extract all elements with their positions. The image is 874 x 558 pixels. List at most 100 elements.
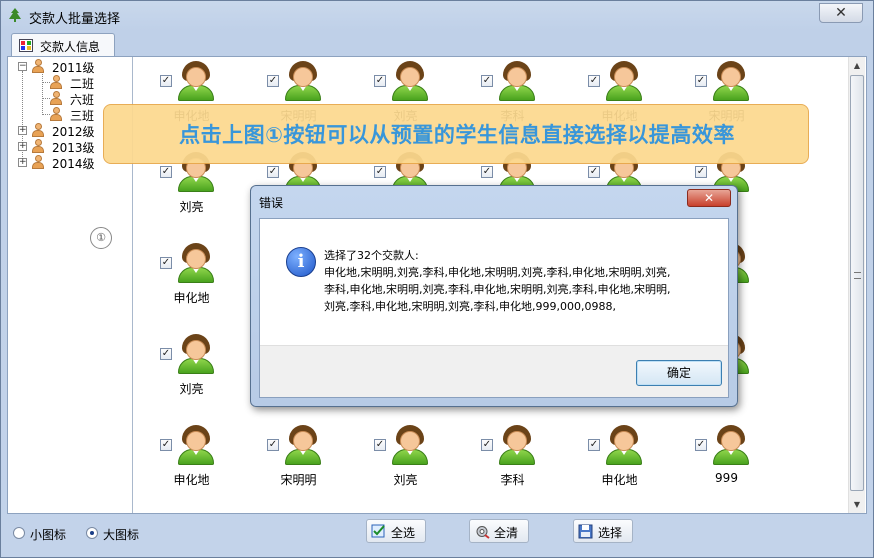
payer-checkbox[interactable]: ✓ [695,166,707,178]
student-avatar-icon [285,425,321,465]
payer-checkbox[interactable]: ✓ [160,348,172,360]
tree-node-class-2[interactable]: 二班 [50,75,130,91]
payer-name: 宋明明 [280,473,317,487]
payer-card[interactable]: ✓ 刘亮 [138,152,245,242]
tree-node-2011[interactable]: − 2011级 [18,59,128,75]
expand-toggle[interactable]: + [18,158,27,167]
message-line: 申化地,宋明明,刘亮,李科,申化地,宋明明,刘亮,李科,申化地,宋明明,刘亮, [324,266,671,279]
title-bar: 交款人批量选择 ✕ [1,1,873,29]
annotation-marker: ① [90,227,112,249]
info-icon: i [286,247,316,277]
group-person-icon [32,59,44,73]
student-avatar-icon [713,61,749,101]
payer-card[interactable]: ✓ 申化地 [138,243,245,333]
payer-card[interactable]: ✓ 刘亮 [352,425,459,515]
small-icon-label: 小图标 [30,528,67,542]
payer-name: 李科 [500,473,525,487]
payer-name: 申化地 [173,473,210,487]
payer-checkbox[interactable]: ✓ [588,439,600,451]
payer-checkbox[interactable]: ✓ [267,439,279,451]
tab-payer-info[interactable]: 交款人信息 [11,33,115,57]
expand-toggle[interactable]: + [18,142,27,151]
payer-name: 999 [715,471,738,485]
payer-card[interactable]: ✓ 999 [673,425,780,515]
scroll-up-arrow-icon[interactable]: ▲ [849,57,865,74]
student-avatar-icon [392,425,428,465]
select-all-button[interactable]: 全选 [366,519,426,543]
class-person-icon [50,107,62,121]
tree-node-label: 2011级 [52,61,95,75]
student-avatar-icon [178,425,214,465]
group-person-icon [32,139,44,153]
payer-checkbox[interactable]: ✓ [267,166,279,178]
grid-icon [19,39,33,52]
app-icon [9,8,21,22]
payer-checkbox[interactable]: ✓ [374,166,386,178]
class-person-icon [50,91,62,105]
payer-name: 刘亮 [179,382,204,396]
clear-all-label: 全清 [494,526,519,540]
tree-node-label: 六班 [70,93,95,107]
dialog-close-button[interactable]: ✕ [687,189,731,207]
payer-checkbox[interactable]: ✓ [588,166,600,178]
payer-checkbox[interactable]: ✓ [481,75,493,87]
payer-checkbox[interactable]: ✓ [160,75,172,87]
tree-node-label: 二班 [70,77,95,91]
select-label: 选择 [598,526,623,540]
scroll-down-arrow-icon[interactable]: ▼ [849,496,865,513]
payer-name: 申化地 [601,473,638,487]
student-avatar-icon [606,425,642,465]
student-avatar-icon [713,425,749,465]
dialog-body: i 选择了32个交款人: 申化地,宋明明,刘亮,李科,申化地,宋明明,刘亮,李科… [259,218,729,398]
confirm-select-button[interactable]: 选择 [573,519,633,543]
payer-checkbox[interactable]: ✓ [374,439,386,451]
payer-checkbox[interactable]: ✓ [695,439,707,451]
student-avatar-icon [178,243,214,283]
window-title: 交款人批量选择 [29,12,121,27]
large-icon-radio[interactable] [86,527,98,539]
payer-checkbox[interactable]: ✓ [160,166,172,178]
clear-gear-icon [476,526,490,539]
dialog-footer: 确定 [260,345,728,397]
payer-checkbox[interactable]: ✓ [588,75,600,87]
expand-toggle[interactable]: + [18,126,27,135]
tree-node-label: 2013级 [52,141,95,155]
window-close-button[interactable]: ✕ [819,3,863,23]
clear-all-button[interactable]: 全清 [469,519,529,543]
payer-card[interactable]: ✓ 申化地 [138,425,245,515]
large-icon-label: 大图标 [103,528,140,542]
payer-card[interactable]: ✓ 申化地 [566,425,673,515]
student-avatar-icon [178,61,214,101]
tree-node-label: 2014级 [52,157,95,171]
student-avatar-icon [178,334,214,374]
small-icon-radio[interactable] [13,527,25,539]
payer-card[interactable]: ✓ 李科 [459,425,566,515]
dialog-title: 错误 [259,196,284,210]
class-person-icon [50,75,62,89]
payer-checkbox[interactable]: ✓ [374,75,386,87]
grid-scrollbar[interactable]: ▲ ▼ [848,57,865,513]
payer-card[interactable]: ✓ 宋明明 [245,425,352,515]
payer-checkbox[interactable]: ✓ [160,439,172,451]
tree-node-label: 三班 [70,109,95,123]
hint-banner: 点击上图①按钮可以从预置的学生信息直接选择以提高效率 [103,104,809,164]
payer-checkbox[interactable]: ✓ [695,75,707,87]
payer-name: 申化地 [173,291,210,305]
payer-name: 刘亮 [393,473,418,487]
payer-checkbox[interactable]: ✓ [267,75,279,87]
payer-card[interactable]: ✓ 刘亮 [138,334,245,424]
dialog-message: 选择了32个交款人: 申化地,宋明明,刘亮,李科,申化地,宋明明,刘亮,李科,申… [324,247,724,315]
tab-bar: 交款人信息 [7,33,867,57]
ok-button[interactable]: 确定 [636,360,722,386]
student-avatar-icon [499,425,535,465]
payer-checkbox[interactable]: ✓ [160,257,172,269]
scroll-thumb[interactable] [850,75,864,491]
student-avatar-icon [499,61,535,101]
student-avatar-icon [392,61,428,101]
message-line: 李科,申化地,宋明明,刘亮,李科,申化地,宋明明,刘亮,李科,申化地,宋明明, [324,283,671,296]
payer-checkbox[interactable]: ✓ [481,166,493,178]
payer-checkbox[interactable]: ✓ [481,439,493,451]
footer-bar: 小图标 大图标 全选 全清 选择 [1,516,873,556]
collapse-toggle[interactable]: − [18,62,27,71]
error-dialog: 错误 ✕ i 选择了32个交款人: 申化地,宋明明,刘亮,李科,申化地,宋明明,… [250,185,738,407]
